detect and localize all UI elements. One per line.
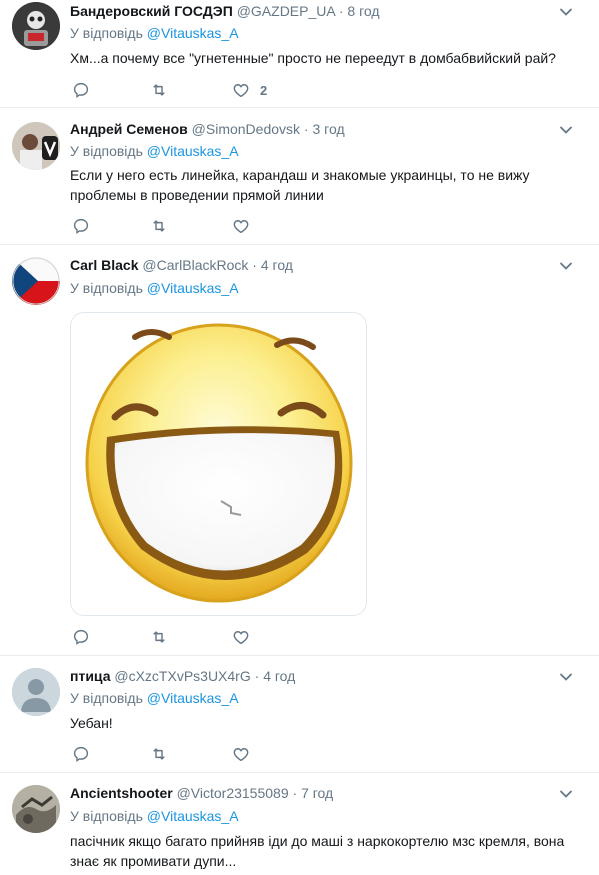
reply-button[interactable] — [72, 80, 90, 100]
timestamp[interactable]: 8 год — [347, 3, 379, 19]
display-name[interactable]: Ancientshooter — [70, 785, 173, 801]
timestamp[interactable]: 3 год — [312, 121, 344, 137]
tweet-header: Бандеровский ГОСДЭП @GAZDEP_UA · 8 год — [70, 2, 380, 20]
tweet[interactable]: птица @cXzcTXvPs3UX4rG · 4 год У відпові… — [0, 656, 599, 773]
display-name[interactable]: Бандеровский ГОСДЭП — [70, 3, 233, 19]
reply-context: У відповідь @Vitauskas_A — [70, 142, 239, 160]
mention-link[interactable]: @Vitauskas_A — [147, 25, 239, 41]
timestamp[interactable]: 4 год — [261, 257, 293, 273]
retweet-button[interactable] — [150, 216, 168, 236]
tweet-header: Андрей Семенов @SimonDedovsk · 3 год — [70, 120, 345, 138]
retweet-icon — [150, 81, 168, 99]
mention-link[interactable]: @Vitauskas_A — [147, 280, 239, 296]
separator-dot: · — [338, 3, 344, 19]
avatar[interactable] — [12, 785, 60, 833]
reply-prefix: У відповідь — [70, 690, 143, 706]
media-image[interactable] — [70, 312, 367, 616]
reply-prefix: У відповідь — [70, 143, 143, 159]
tweet-header: птица @cXzcTXvPs3UX4rG · 4 год — [70, 667, 295, 685]
like-icon — [232, 745, 250, 763]
retweet-icon — [150, 745, 168, 763]
tweet-text: пасічник якщо багато прийняв іди до маші… — [70, 833, 565, 869]
separator-dot: · — [303, 121, 309, 137]
tweet-header: Carl Black @CarlBlackRock · 4 год — [70, 256, 293, 274]
avatar[interactable] — [12, 257, 60, 305]
chevron-down-icon[interactable] — [559, 259, 573, 273]
display-name[interactable]: Андрей Семенов — [70, 121, 188, 137]
like-button[interactable] — [232, 627, 250, 647]
chevron-down-icon[interactable] — [559, 670, 573, 684]
like-icon — [232, 628, 250, 646]
chevron-down-icon[interactable] — [559, 787, 573, 801]
retweet-button[interactable] — [150, 80, 168, 100]
reply-button[interactable] — [72, 627, 90, 647]
tweet-text: Хм...а почему все "угнетенные" просто не… — [70, 50, 556, 66]
like-icon — [232, 217, 250, 235]
separator-dot: · — [292, 785, 298, 801]
reply-context: У відповідь @Vitauskas_A — [70, 24, 239, 42]
reply-context: У відповідь @Vitauskas_A — [70, 807, 239, 825]
retweet-icon — [150, 628, 168, 646]
grinning-face-image — [85, 323, 353, 603]
timestamp[interactable]: 4 год — [263, 668, 295, 684]
reply-prefix: У відповідь — [70, 25, 143, 41]
username[interactable]: @CarlBlackRock — [142, 257, 248, 273]
username[interactable]: @cXzcTXvPs3UX4rG — [114, 668, 250, 684]
separator-dot: · — [254, 668, 260, 684]
avatar[interactable] — [12, 122, 60, 170]
retweet-icon — [150, 217, 168, 235]
username[interactable]: @GAZDEP_UA — [237, 3, 335, 19]
display-name[interactable]: Carl Black — [70, 257, 138, 273]
reply-icon — [72, 628, 90, 646]
timestamp[interactable]: 7 год — [301, 785, 333, 801]
reply-context: У відповідь @Vitauskas_A — [70, 689, 239, 707]
mention-link[interactable]: @Vitauskas_A — [147, 690, 239, 706]
reply-context: У відповідь @Vitauskas_A — [70, 279, 239, 297]
display-name[interactable]: птица — [70, 668, 110, 684]
reply-icon — [72, 81, 90, 99]
tweet[interactable]: Бандеровский ГОСДЭП @GAZDEP_UA · 8 год У… — [0, 0, 599, 108]
reply-prefix: У відповідь — [70, 808, 143, 824]
retweet-button[interactable] — [150, 627, 168, 647]
reply-button[interactable] — [72, 216, 90, 236]
like-icon — [232, 81, 250, 99]
username[interactable]: @Victor23155089 — [177, 785, 289, 801]
tweet[interactable]: Carl Black @CarlBlackRock · 4 год У відп… — [0, 245, 599, 656]
reply-button[interactable] — [72, 744, 90, 764]
avatar[interactable] — [12, 668, 60, 716]
username[interactable]: @SimonDedovsk — [192, 121, 300, 137]
like-count: 2 — [260, 82, 268, 98]
chevron-down-icon[interactable] — [559, 123, 573, 137]
tweet[interactable]: Ancientshooter @Victor23155089 · 7 год У… — [0, 773, 599, 875]
retweet-button[interactable] — [150, 744, 168, 764]
like-button[interactable] — [232, 216, 250, 236]
reply-icon — [72, 217, 90, 235]
mention-link[interactable]: @Vitauskas_A — [147, 808, 239, 824]
avatar[interactable] — [12, 2, 60, 50]
reply-icon — [72, 745, 90, 763]
separator-dot: · — [252, 257, 257, 273]
like-button[interactable] — [232, 744, 250, 764]
reply-prefix: У відповідь — [70, 280, 143, 296]
tweet[interactable]: Андрей Семенов @SimonDedovsk · 3 год У в… — [0, 108, 599, 245]
like-button[interactable]: 2 — [232, 80, 267, 100]
chevron-down-icon[interactable] — [559, 5, 573, 19]
tweet-header: Ancientshooter @Victor23155089 · 7 год — [70, 784, 333, 802]
tweet-text: Уебан! — [70, 715, 113, 731]
mention-link[interactable]: @Vitauskas_A — [147, 143, 239, 159]
tweet-text: Если у него есть линейка, карандаш и зна… — [70, 167, 530, 203]
